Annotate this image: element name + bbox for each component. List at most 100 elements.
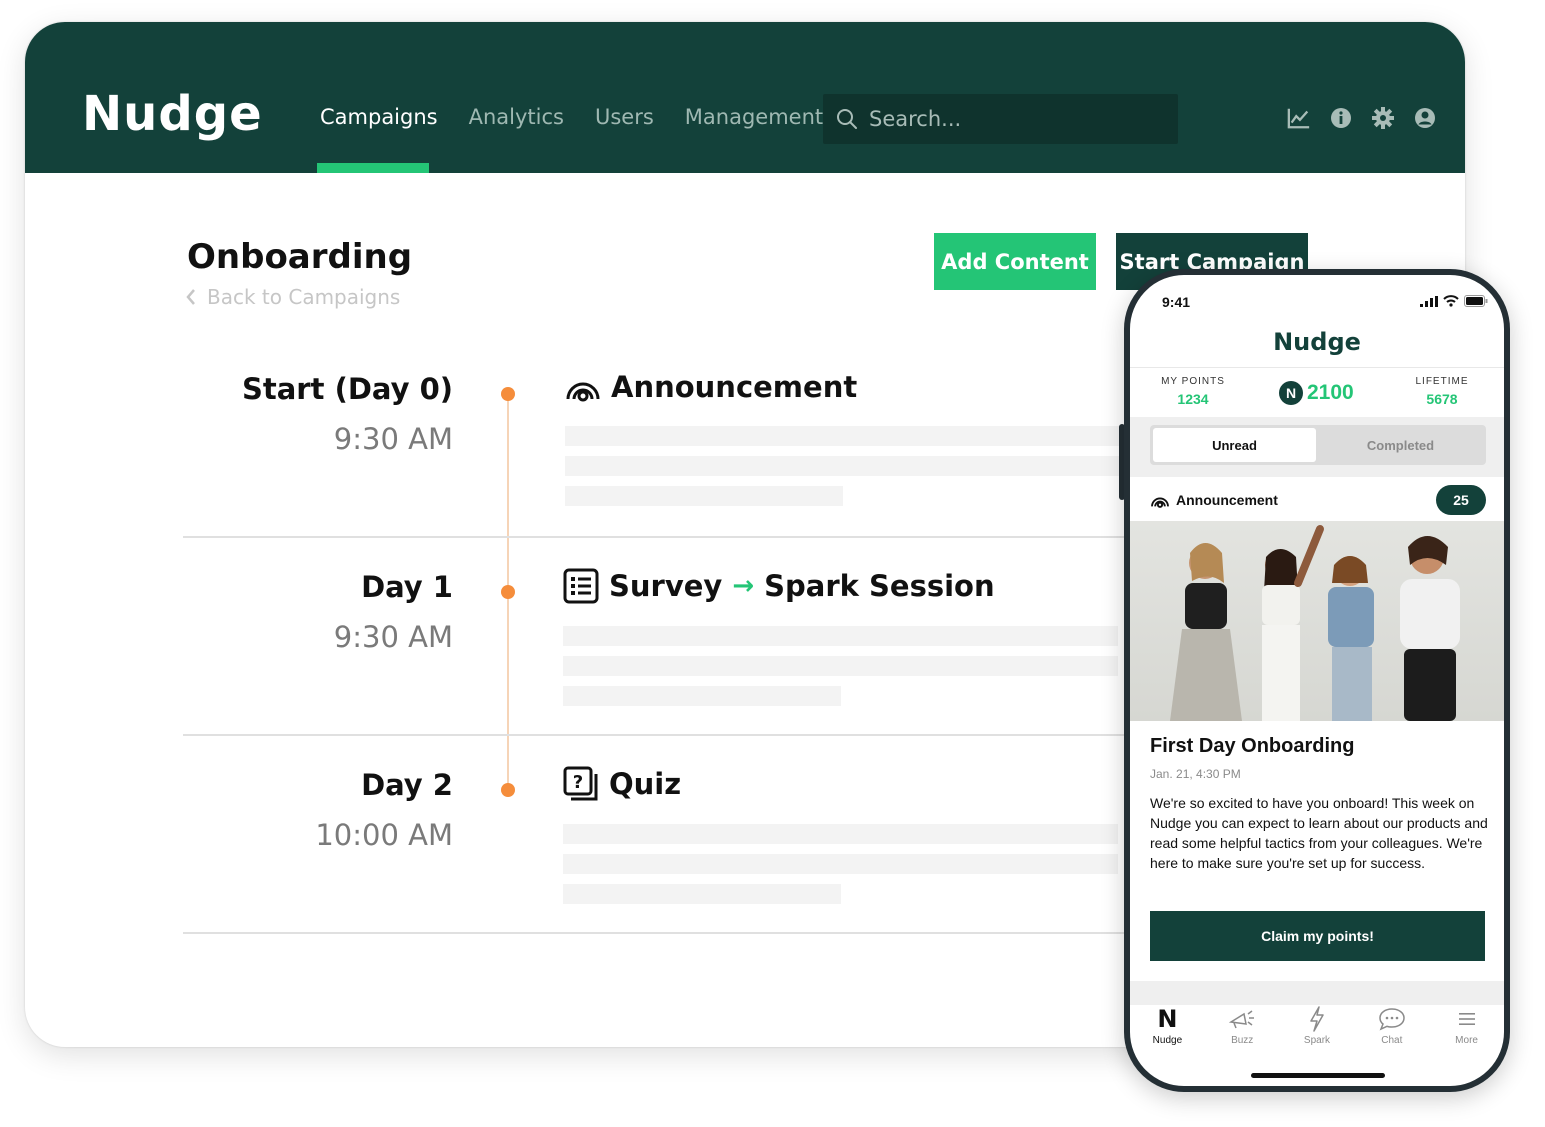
placeholder-line — [563, 884, 841, 904]
tab-label: Chat — [1381, 1035, 1403, 1046]
status-time: 9:41 — [1162, 294, 1191, 310]
tab-label: Nudge — [1152, 1035, 1183, 1046]
placeholder-line — [565, 426, 1120, 446]
timeline-row: Day 1 9:30 AM Survey → Spark Session — [183, 538, 1183, 736]
menu-icon — [1458, 1013, 1475, 1025]
placeholder-line — [565, 486, 843, 506]
app-logo[interactable]: Nudge — [82, 86, 263, 142]
content-title-label: Quiz — [609, 767, 682, 801]
analytics-chart-icon[interactable] — [1287, 106, 1311, 130]
placeholder-line — [565, 456, 1120, 476]
placeholder-line — [563, 626, 1118, 646]
chevron-left-icon — [186, 289, 195, 305]
tab-label: Buzz — [1231, 1035, 1254, 1046]
page-title: Onboarding — [187, 237, 413, 277]
tabbar-separator — [1130, 981, 1504, 1005]
phone-app-logo: Nudge — [1273, 328, 1361, 356]
arrow-right-icon: → — [732, 571, 755, 601]
info-icon[interactable] — [1329, 106, 1353, 130]
placeholder-line — [563, 824, 1118, 844]
svg-text:?: ? — [573, 772, 583, 793]
signal-icon — [1420, 295, 1438, 307]
claim-points-button[interactable]: Claim my points! — [1150, 911, 1485, 961]
survey-icon — [563, 568, 599, 604]
content-title[interactable]: Announcement — [565, 370, 857, 404]
day-label: Day 1 — [361, 570, 453, 604]
total-points-value: 2100 — [1307, 381, 1354, 404]
phone-mockup: 9:41 Nudge MY POINTS 1234 N 2100 LIFETIM… — [1124, 269, 1510, 1092]
nudge-n-icon: N — [1279, 381, 1303, 405]
user-account-icon[interactable] — [1413, 106, 1437, 130]
back-to-campaigns-link[interactable]: Back to Campaigns — [185, 285, 400, 309]
tab-buzz[interactable]: Buzz — [1212, 1005, 1272, 1065]
battery-icon — [1464, 295, 1488, 307]
active-nav-indicator — [317, 163, 429, 173]
my-points-label: MY POINTS — [1161, 376, 1225, 387]
row-divider — [183, 932, 1183, 934]
tab-unread[interactable]: Unread — [1153, 428, 1316, 462]
nav-analytics[interactable]: Analytics — [469, 105, 564, 129]
card-title: First Day Onboarding — [1150, 735, 1355, 757]
content-title[interactable]: ? Quiz — [563, 766, 681, 802]
placeholder-line — [563, 686, 841, 706]
placeholder-line — [563, 656, 1118, 676]
top-icons — [1287, 106, 1437, 130]
day-label: Day 2 — [361, 768, 453, 802]
main-nav: Campaigns Analytics Users Management — [320, 105, 854, 129]
nav-management[interactable]: Management — [685, 105, 823, 129]
timeline-row: Start (Day 0) 9:30 AM Announcement — [183, 340, 1183, 538]
tab-nudge[interactable]: N Nudge — [1137, 1005, 1197, 1065]
my-points: MY POINTS 1234 — [1150, 376, 1236, 407]
time-label: 10:00 AM — [315, 818, 453, 852]
wifi-icon — [1443, 295, 1459, 307]
quiz-icon: ? — [563, 766, 598, 801]
bottom-tab-bar: N Nudge Buzz Spark Chat More — [1130, 1005, 1504, 1065]
time-label: 9:30 AM — [333, 422, 453, 456]
timeline-row: Day 2 10:00 AM ? Quiz — [183, 736, 1183, 934]
search-icon — [837, 109, 857, 129]
content-title[interactable]: Survey → Spark Session — [563, 568, 995, 604]
tab-chat[interactable]: Chat — [1362, 1005, 1422, 1065]
announcement-icon — [566, 382, 600, 402]
chat-bubble-icon — [1379, 1008, 1405, 1031]
card-header: Announcement 25 — [1150, 483, 1486, 517]
tab-spark[interactable]: Spark — [1287, 1005, 1347, 1065]
my-points-value: 1234 — [1177, 391, 1209, 407]
home-indicator — [1251, 1073, 1385, 1078]
next-content-label: Spark Session — [764, 569, 995, 603]
timeline-dot — [501, 783, 515, 797]
card-type-label: Announcement — [1176, 492, 1278, 508]
count-badge: 25 — [1436, 485, 1486, 515]
status-icons — [1420, 295, 1488, 307]
content-title-label: Announcement — [611, 370, 858, 404]
day-label: Start (Day 0) — [241, 372, 453, 406]
team-photo — [1130, 521, 1504, 721]
lightning-icon — [1310, 1006, 1324, 1032]
back-link-label: Back to Campaigns — [207, 285, 401, 309]
timeline-dot — [501, 585, 515, 599]
top-navigation-bar: Nudge Campaigns Analytics Users Manageme… — [25, 22, 1465, 173]
total-points: N 2100 — [1279, 381, 1354, 405]
card-body: We're so excited to have you onboard! Th… — [1150, 795, 1488, 871]
megaphone-icon — [1229, 1010, 1255, 1029]
nav-users[interactable]: Users — [595, 105, 654, 129]
lifetime-value: 5678 — [1426, 391, 1458, 407]
divider — [1130, 367, 1504, 368]
nav-campaigns[interactable]: Campaigns — [320, 105, 438, 129]
card-date: Jan. 21, 4:30 PM — [1150, 767, 1241, 781]
gear-icon[interactable] — [1371, 106, 1395, 130]
tab-more[interactable]: More — [1437, 1005, 1497, 1065]
time-label: 9:30 AM — [333, 620, 453, 654]
announcement-icon — [1151, 497, 1169, 508]
placeholder-line — [563, 854, 1118, 874]
search-input[interactable] — [869, 107, 1159, 131]
search-box — [823, 94, 1178, 144]
timeline-dot — [501, 387, 515, 401]
lifetime-label: LIFETIME — [1415, 376, 1469, 387]
add-content-button[interactable]: Add Content — [934, 233, 1096, 290]
nudge-n-icon: N — [1157, 1005, 1178, 1033]
tab-completed[interactable]: Completed — [1318, 428, 1483, 462]
lifetime-points: LIFETIME 5678 — [1400, 376, 1484, 407]
content-title-label: Survey — [609, 569, 723, 603]
segment-control: Unread Completed — [1150, 425, 1486, 465]
